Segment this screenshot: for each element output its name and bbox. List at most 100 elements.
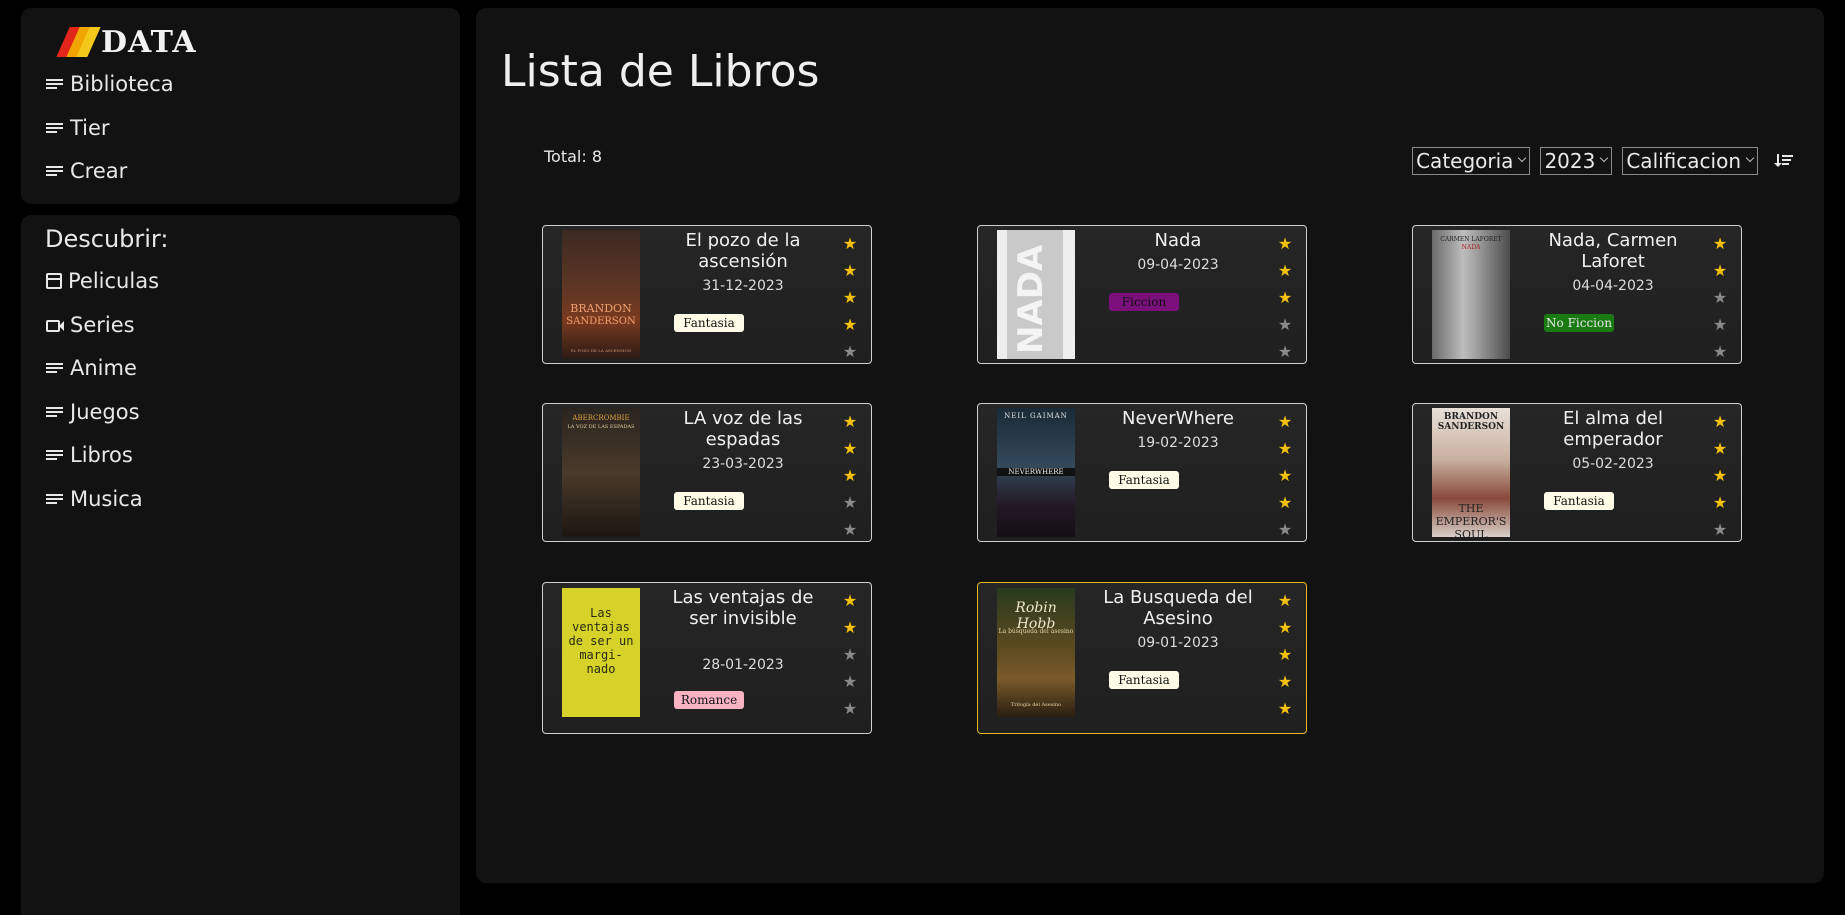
sidebar-discover-panel: Descubrir: Peliculas Series Anime Juegos… <box>21 215 460 915</box>
cover-text: NADA <box>1461 244 1481 251</box>
rating-stars: ★ ★ ★ ★ ★ <box>1276 230 1294 365</box>
category-select-value: Categoria <box>1416 149 1514 173</box>
book-title: LA voz de las espadas <box>683 408 803 450</box>
book-cover-image: BRANDON SANDERSON THE EMPEROR'S SOUL <box>1432 408 1510 537</box>
nav-item-musica[interactable]: Musica <box>46 487 143 511</box>
category-badge: Fantasia <box>1544 492 1614 510</box>
book-card[interactable]: NEIL GAIMAN NEVERWHERE NeverWhere 19-02-… <box>977 403 1307 542</box>
nav-item-label: Libros <box>70 443 133 467</box>
nav-item-label: Juegos <box>70 400 140 424</box>
category-badge: Fantasia <box>674 314 744 332</box>
total-count: Total: 8 <box>544 147 603 166</box>
list-icon <box>46 164 64 178</box>
brand-logo[interactable]: DATA <box>51 22 197 62</box>
star-filled-icon: ★ <box>1277 493 1293 512</box>
nav-item-juegos[interactable]: Juegos <box>46 400 140 424</box>
book-card[interactable]: Las ventajas de ser un margi-nado Las ve… <box>542 582 872 734</box>
star-empty-icon: ★ <box>842 672 858 691</box>
nav-item-peliculas[interactable]: Peliculas <box>46 269 159 293</box>
book-card-selected[interactable]: Robin Hobb La búsqueda del asesino Trilo… <box>977 582 1307 734</box>
star-filled-icon: ★ <box>842 439 858 458</box>
cover-text: SANDERSON <box>566 316 636 327</box>
rating-stars: ★ ★ ★ ★ ★ <box>1711 230 1729 365</box>
book-date: 05-02-2023 <box>1572 456 1654 472</box>
rating-select[interactable]: Calificacion <box>1622 147 1758 175</box>
sort-order-icon[interactable] <box>1774 154 1794 168</box>
star-filled-icon: ★ <box>842 466 858 485</box>
book-card[interactable]: BRANDON SANDERSON EL POZO DE LA ASCENSIÓ… <box>542 225 872 364</box>
logo-stripes-icon <box>51 25 101 59</box>
category-badge: Fantasia <box>674 492 744 510</box>
nav-item-tier[interactable]: Tier <box>46 116 110 140</box>
rating-stars: ★ ★ ★ ★ ★ <box>1711 408 1729 543</box>
list-icon <box>46 405 64 419</box>
star-filled-icon: ★ <box>1712 412 1728 431</box>
book-card[interactable]: CARMEN LAFORET NADA Nada, Carmen Laforet… <box>1412 225 1742 364</box>
cover-text: ABERCROMBIE <box>572 414 630 422</box>
list-icon <box>46 121 64 135</box>
cover-text: BRANDON <box>570 302 632 315</box>
star-filled-icon: ★ <box>1277 412 1293 431</box>
cover-text: LA VOZ DE LAS ESPADAS <box>567 424 635 430</box>
star-filled-icon: ★ <box>1277 439 1293 458</box>
book-cover-image: ABERCROMBIE LA VOZ DE LAS ESPADAS <box>562 408 640 537</box>
cover-text: NEIL GAIMAN <box>1004 412 1068 420</box>
category-select[interactable]: Categoria <box>1412 147 1531 175</box>
cover-text: NEVERWHERE <box>997 468 1075 476</box>
book-title: Nada <box>1154 230 1202 251</box>
star-filled-icon: ★ <box>1277 466 1293 485</box>
cover-text: EL POZO DE LA ASCENSIÓN <box>570 348 632 353</box>
year-select-value: 2023 <box>1544 149 1596 173</box>
book-date: 28-01-2023 <box>702 657 784 673</box>
star-filled-icon: ★ <box>1277 261 1293 280</box>
star-empty-icon: ★ <box>1712 288 1728 307</box>
brand-name: DATA <box>101 24 197 60</box>
nav-item-crear[interactable]: Crear <box>46 159 127 183</box>
page-title: Lista de Libros <box>501 46 820 97</box>
star-filled-icon: ★ <box>1712 234 1728 253</box>
list-icon <box>46 77 64 91</box>
nav-item-series[interactable]: Series <box>46 313 135 337</box>
star-filled-icon: ★ <box>1712 439 1728 458</box>
book-card[interactable]: NADA Nada 09-04-2023 Ficcion ★ ★ ★ ★ ★ <box>977 225 1307 364</box>
star-filled-icon: ★ <box>1712 261 1728 280</box>
nav-item-libros[interactable]: Libros <box>46 443 133 467</box>
list-icon <box>46 361 64 375</box>
star-filled-icon: ★ <box>1712 493 1728 512</box>
star-empty-icon: ★ <box>842 520 858 539</box>
nav-item-label: Biblioteca <box>70 72 174 96</box>
book-cover-image: Las ventajas de ser un margi-nado <box>562 588 640 717</box>
rating-select-value: Calificacion <box>1626 149 1741 173</box>
star-empty-icon: ★ <box>1712 342 1728 361</box>
star-empty-icon: ★ <box>842 699 858 718</box>
star-empty-icon: ★ <box>842 645 858 664</box>
clapperboard-icon <box>46 273 62 289</box>
book-title: El pozo de la ascensión <box>685 230 801 272</box>
book-date: 04-04-2023 <box>1572 278 1654 294</box>
nav-item-label: Tier <box>70 116 110 140</box>
cover-text: THE EMPEROR'S SOUL <box>1435 502 1507 537</box>
discover-title: Descubrir: <box>45 225 169 253</box>
book-card[interactable]: ABERCROMBIE LA VOZ DE LAS ESPADAS LA voz… <box>542 403 872 542</box>
cover-text: NADA <box>1011 244 1051 354</box>
nav-item-anime[interactable]: Anime <box>46 356 137 380</box>
chevron-down-icon <box>1518 153 1527 163</box>
star-filled-icon: ★ <box>1277 288 1293 307</box>
cover-text: La búsqueda del asesino <box>998 628 1074 635</box>
cover-text: Trilogía del Asesino <box>1010 702 1062 708</box>
category-badge: Fantasia <box>1109 471 1179 489</box>
nav-item-biblioteca[interactable]: Biblioteca <box>46 72 174 96</box>
year-select[interactable]: 2023 <box>1540 147 1613 175</box>
book-cover-image: NEIL GAIMAN NEVERWHERE <box>997 408 1075 537</box>
book-cover-image: Robin Hobb La búsqueda del asesino Trilo… <box>997 588 1075 717</box>
nav-item-label: Series <box>70 313 135 337</box>
cover-text: CARMEN LAFORET <box>1440 236 1502 243</box>
book-cover-image: CARMEN LAFORET NADA <box>1432 230 1510 359</box>
star-filled-icon: ★ <box>1712 466 1728 485</box>
book-title: NeverWhere <box>1121 408 1235 429</box>
rating-stars: ★ ★ ★ ★ ★ <box>1276 408 1294 543</box>
book-date: 23-03-2023 <box>702 456 784 472</box>
star-empty-icon: ★ <box>842 493 858 512</box>
book-card[interactable]: BRANDON SANDERSON THE EMPEROR'S SOUL El … <box>1412 403 1742 542</box>
category-badge: No Ficcion <box>1544 314 1614 332</box>
